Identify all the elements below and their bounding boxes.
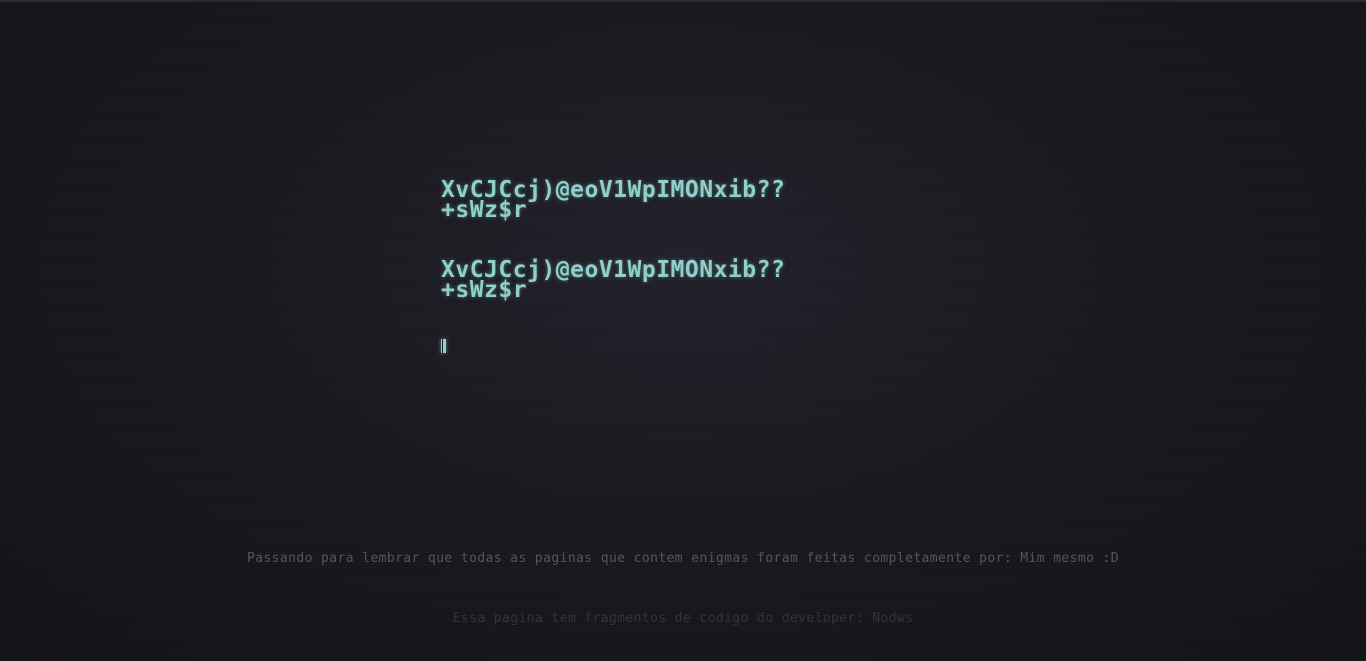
top-border <box>0 0 1366 2</box>
code-fragment-line: +sWz$r <box>441 277 528 303</box>
code-fragment-line: +sWz$r <box>441 197 528 223</box>
footer-note: Passando para lembrar que todas as pagin… <box>246 551 1120 566</box>
code-fragment-1: XvCJCcj)@eoV1WpIMONxib?? +sWz$r <box>441 179 785 223</box>
code-fragment-2: XvCJCcj)@eoV1WpIMONxib?? +sWz$r <box>441 259 785 303</box>
text-cursor[interactable] <box>441 339 446 353</box>
footer-credit: Essa pagina tem fragmentos de codigo do … <box>452 611 914 626</box>
